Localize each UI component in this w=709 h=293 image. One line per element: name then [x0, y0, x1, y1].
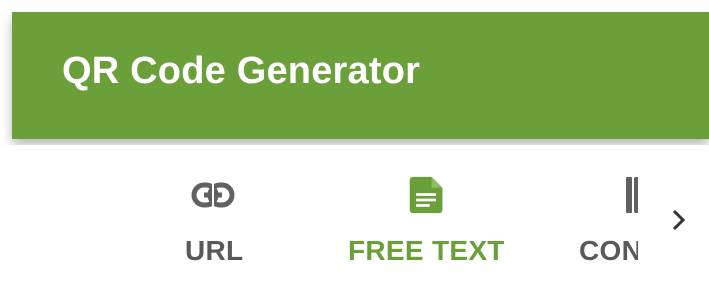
tab-strip: URL FREE TEXT CONTACT — [0, 145, 709, 293]
tab-contact[interactable]: CONTACT — [560, 145, 638, 293]
tab-contact-label: CONTACT — [579, 235, 638, 266]
tab-free-text-label: FREE TEXT — [348, 235, 505, 266]
tab-url-label: URL — [185, 235, 244, 266]
tab-free-text[interactable]: FREE TEXT — [330, 145, 530, 293]
chevron-right-icon[interactable] — [664, 205, 694, 235]
tab-url[interactable]: URL — [150, 145, 280, 293]
link-icon — [191, 182, 235, 208]
app-title: QR Code Generator — [62, 50, 421, 92]
app-bar: QR Code Generator — [12, 12, 709, 139]
contact-icon — [626, 177, 638, 213]
document-icon — [409, 176, 443, 214]
tabs-viewport: URL FREE TEXT CONTACT — [0, 145, 638, 293]
